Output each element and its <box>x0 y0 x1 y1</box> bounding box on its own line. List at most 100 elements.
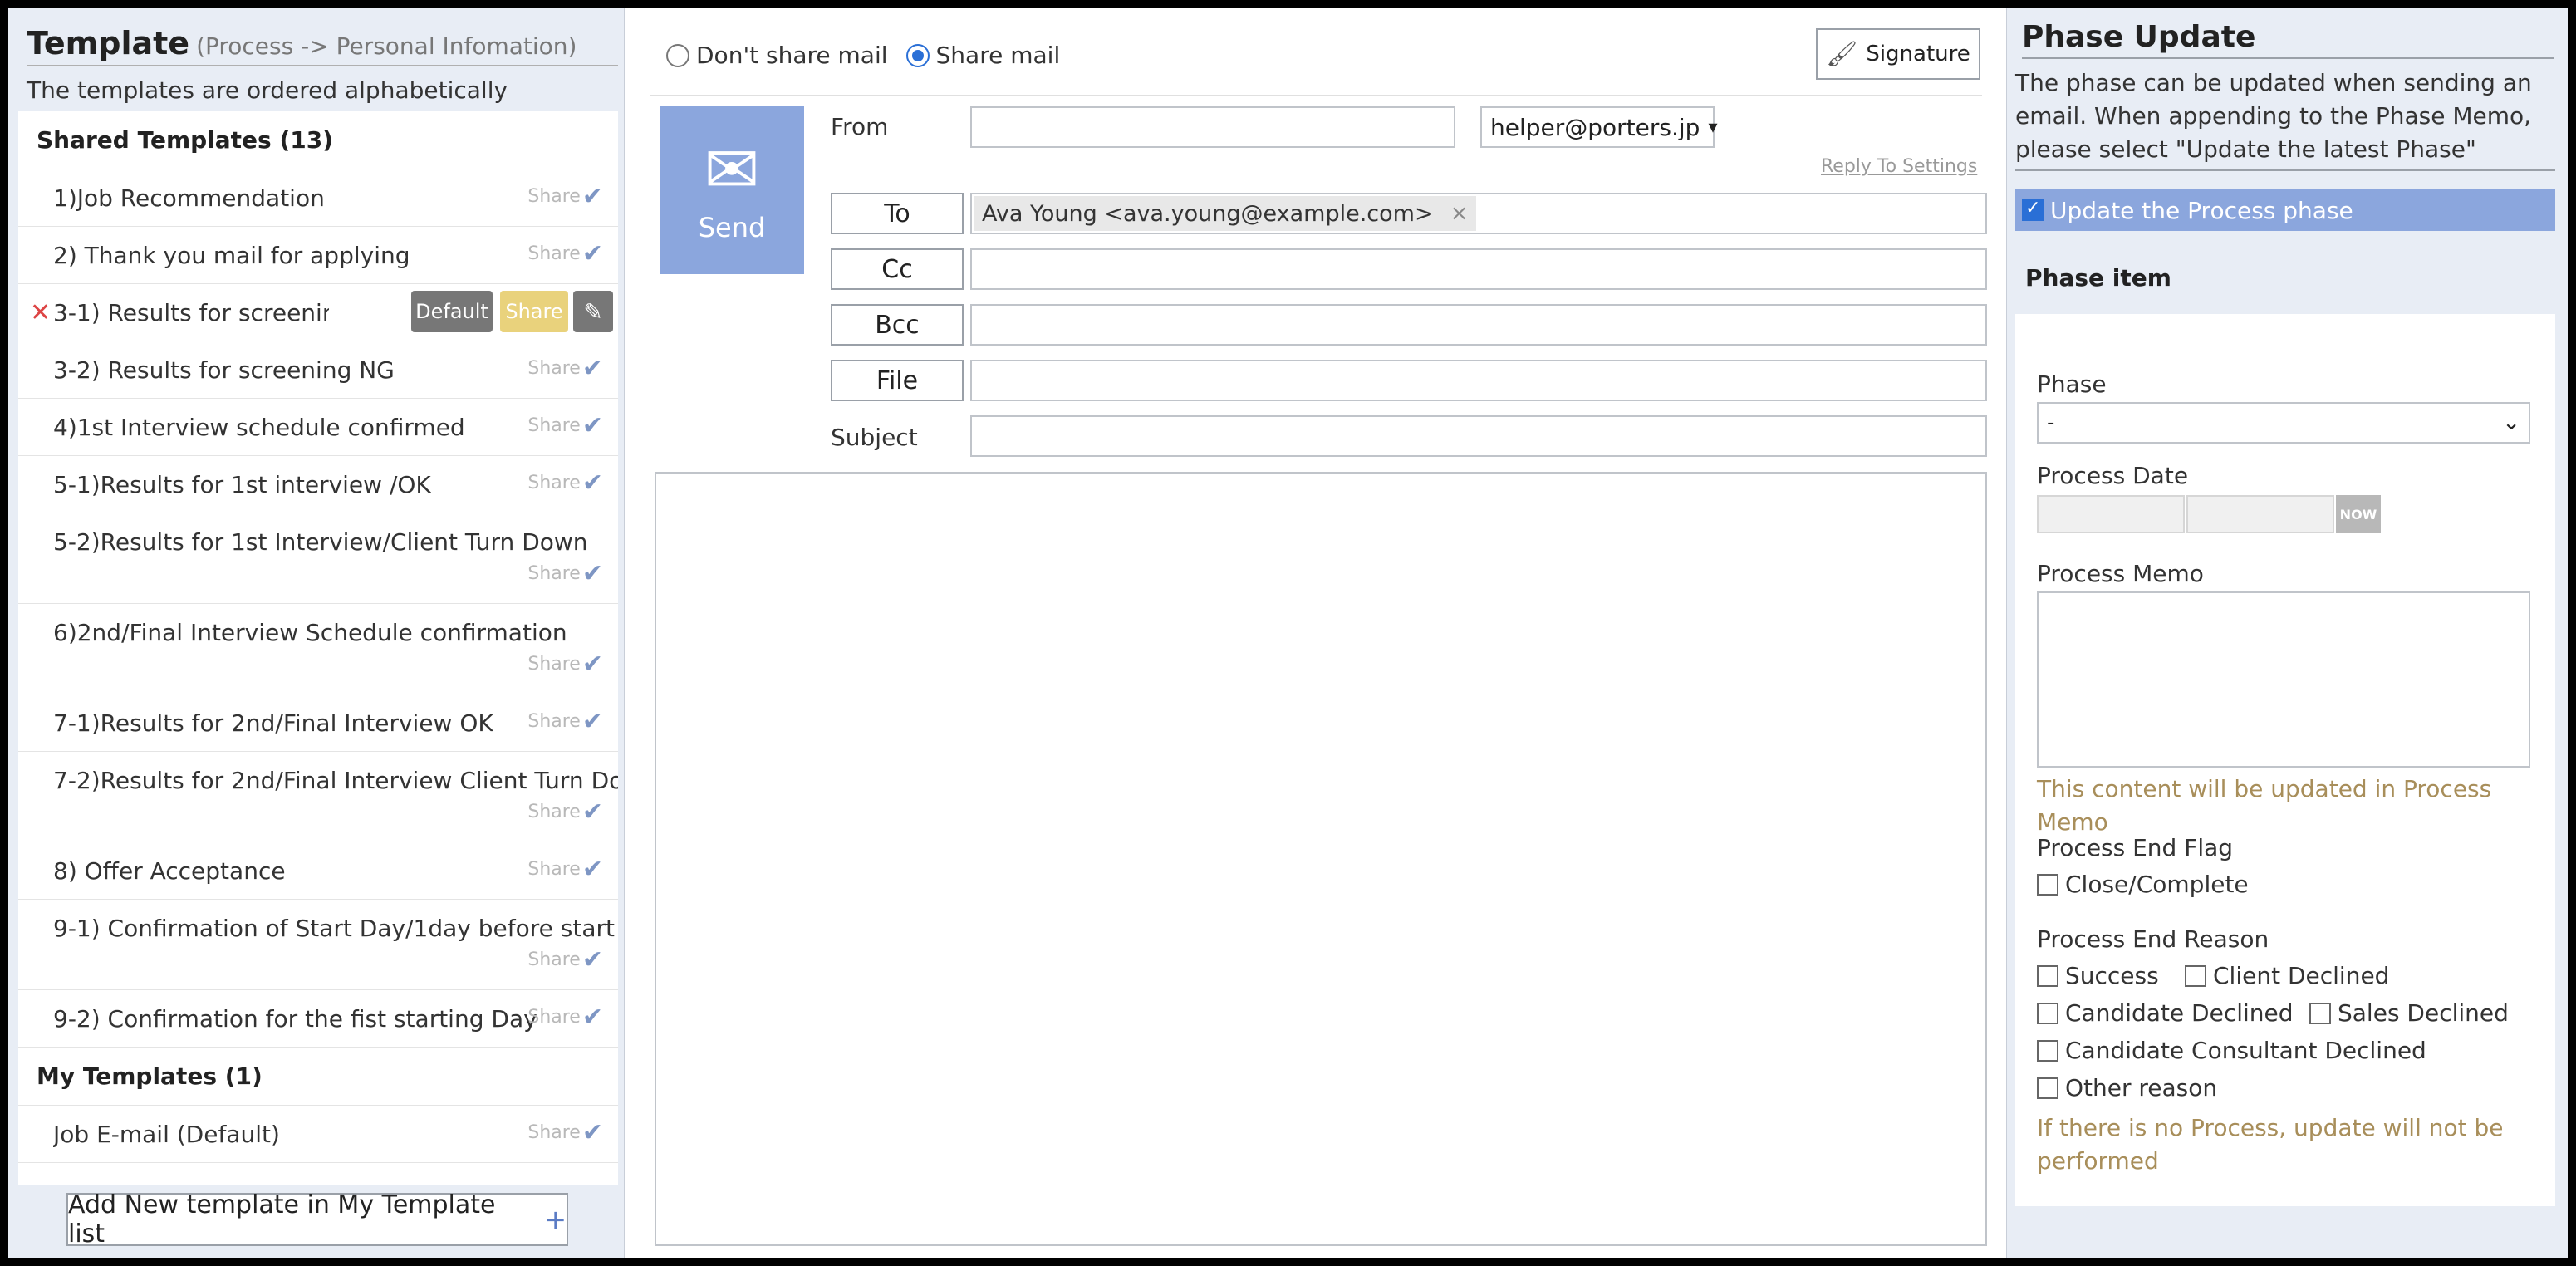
cc-button[interactable]: Cc <box>831 248 964 290</box>
phase-select[interactable]: - ⌄ <box>2037 402 2530 444</box>
subject-label: Subject <box>831 424 918 451</box>
edit-pencil-icon[interactable]: ✎ <box>573 291 613 332</box>
recipient-chip: Ava Young <ava.young@example.com> × <box>974 196 1477 231</box>
template-row[interactable]: 5-2)Results for 1st Interview/Client Tur… <box>18 513 618 604</box>
share-indicator[interactable]: Share ✔ <box>527 559 603 588</box>
update-process-phase-toggle[interactable]: Update the Process phase <box>2015 189 2555 231</box>
template-row[interactable]: 3-2) Results for screening NG Share ✔ <box>18 341 618 399</box>
share-indicator[interactable]: Share ✔ <box>527 797 603 827</box>
reason-success-option[interactable]: Success <box>2037 962 2159 989</box>
reason-other-label: Other reason <box>2065 1074 2218 1102</box>
check-icon: ✔ <box>581 1118 603 1147</box>
signature-button[interactable]: 🖌 Signature <box>1816 28 1980 80</box>
send-button[interactable]: ✉ Send <box>660 106 804 274</box>
share-indicator[interactable]: Share ✔ <box>527 650 603 679</box>
radio-share[interactable] <box>905 43 930 67</box>
share-indicator[interactable]: Share ✔ <box>527 855 603 884</box>
reason-other-option[interactable]: Other reason <box>2037 1074 2217 1102</box>
add-template-label: Add New template in My Template list <box>68 1190 496 1249</box>
reason-candidate-consultant-declined-checkbox[interactable] <box>2037 1039 2058 1062</box>
template-name: 8) Offer Acceptance <box>53 856 286 885</box>
close-complete-label: Close/Complete <box>2065 871 2249 898</box>
update-process-checkbox[interactable] <box>2022 198 2044 221</box>
template-row[interactable]: 1)Job Recommendation Share ✔ <box>18 169 618 227</box>
reason-sales-declined-checkbox[interactable] <box>2309 1002 2331 1024</box>
cc-input[interactable] <box>970 248 1987 290</box>
reason-candidate-declined-checkbox[interactable] <box>2037 1002 2058 1024</box>
process-date-label: Process Date <box>2037 462 2189 489</box>
phase-label: Phase <box>2037 370 2107 398</box>
template-row[interactable]: Job E-mail (Default) Share ✔ <box>18 1106 618 1163</box>
template-panel: Template (Process -> Personal Infomation… <box>8 8 625 1258</box>
share-indicator[interactable]: Share ✔ <box>527 469 603 498</box>
subject-input[interactable] <box>970 415 1987 457</box>
reason-candidate-consultant-declined-option[interactable]: Candidate Consultant Declined <box>2037 1037 2426 1064</box>
reason-other-checkbox[interactable] <box>2037 1077 2058 1099</box>
template-title: Template (Process -> Personal Infomation… <box>27 25 618 66</box>
close-complete-checkbox[interactable] <box>2037 873 2058 896</box>
close-complete-option[interactable]: Close/Complete <box>2037 871 2249 898</box>
file-input[interactable] <box>970 360 1987 401</box>
template-row[interactable]: 7-1)Results for 2nd/Final Interview OK S… <box>18 694 618 752</box>
set-default-button[interactable]: Default <box>411 291 493 332</box>
bcc-button[interactable]: Bcc <box>831 304 964 346</box>
share-indicator[interactable]: Share ✔ <box>527 1003 603 1032</box>
template-name: 9-1) Confirmation of Start Day/1day befo… <box>53 915 618 942</box>
template-row[interactable]: 2) Thank you mail for applying Share ✔ <box>18 227 618 284</box>
share-indicator[interactable]: Share ✔ <box>527 707 603 736</box>
template-row-selected[interactable]: ✕ 3-1) Results for screening OK Default … <box>18 284 618 341</box>
from-name-input[interactable] <box>970 106 1455 148</box>
from-address-select[interactable]: helper@porters.jp ▾ <box>1480 106 1717 148</box>
check-icon: ✔ <box>581 1003 603 1032</box>
recipient-address: Ava Young <ava.young@example.com> <box>982 200 1434 227</box>
check-icon: ✔ <box>581 411 603 440</box>
update-process-label: Update the Process phase <box>2050 196 2353 224</box>
check-icon: ✔ <box>581 855 603 884</box>
share-indicator[interactable]: Share ✔ <box>527 411 603 440</box>
bcc-input[interactable] <box>970 304 1987 346</box>
process-date-input[interactable] <box>2037 495 2185 533</box>
share-indicator[interactable]: Share ✔ <box>527 182 603 211</box>
compose-panel: Don't share mail Share mail 🖌 Signature … <box>625 8 2007 1258</box>
share-indicator[interactable]: Share ✔ <box>527 1118 603 1147</box>
template-name: 4)1st Interview schedule confirmed <box>53 413 465 441</box>
template-row[interactable]: 9-2) Confirmation for the fist starting … <box>18 990 618 1048</box>
reason-success-checkbox[interactable] <box>2037 964 2058 987</box>
check-icon: ✔ <box>581 354 603 383</box>
template-row[interactable]: 4)1st Interview schedule confirmed Share… <box>18 399 618 456</box>
reply-to-settings-link[interactable]: Reply To Settings <box>1821 156 1977 177</box>
template-row[interactable]: 5-1)Results for 1st interview /OK Share ✔ <box>18 456 618 513</box>
template-row[interactable]: 9-1) Confirmation of Start Day/1day befo… <box>18 900 618 990</box>
template-row[interactable]: 6)2nd/Final Interview Schedule confirmat… <box>18 604 618 694</box>
template-name: 6)2nd/Final Interview Schedule confirmat… <box>53 619 567 646</box>
share-indicator[interactable]: Share ✔ <box>527 945 603 974</box>
template-row[interactable]: 7-2)Results for 2nd/Final Interview Clie… <box>18 752 618 842</box>
process-memo-textarea[interactable] <box>2037 591 2530 768</box>
file-button[interactable]: File <box>831 360 964 401</box>
template-row[interactable]: 8) Offer Acceptance Share ✔ <box>18 842 618 900</box>
to-button[interactable]: To <box>831 193 964 234</box>
remove-recipient-icon[interactable]: × <box>1450 201 1469 226</box>
signature-label: Signature <box>1866 42 1970 66</box>
add-template-button[interactable]: Add New template in My Template list + <box>66 1190 568 1249</box>
reason-sales-declined-option[interactable]: Sales Declined <box>2309 999 2509 1027</box>
delete-icon[interactable]: ✕ <box>30 298 51 327</box>
share-button[interactable]: Share <box>500 291 568 332</box>
template-list[interactable]: Shared Templates (13) 1)Job Recommendati… <box>18 111 618 1185</box>
reason-client-declined-label: Client Declined <box>2213 962 2390 989</box>
now-button[interactable]: NOW <box>2336 495 2381 533</box>
reason-client-declined-option[interactable]: Client Declined <box>2185 962 2389 989</box>
mail-body-editor[interactable] <box>655 472 1987 1246</box>
share-indicator[interactable]: Share ✔ <box>527 239 603 268</box>
reason-candidate-declined-option[interactable]: Candidate Declined <box>2037 999 2294 1027</box>
phase-item-heading: Phase item <box>2025 264 2171 292</box>
share-indicator[interactable]: Share ✔ <box>527 354 603 383</box>
share-label: Share <box>527 802 581 822</box>
process-time-input[interactable] <box>2186 495 2334 533</box>
share-label: Share <box>527 654 581 675</box>
reason-client-declined-checkbox[interactable] <box>2185 964 2206 987</box>
from-label: From <box>831 113 889 140</box>
radio-share-label[interactable]: Share mail <box>936 42 1061 69</box>
radio-dont-share[interactable] <box>666 43 689 67</box>
radio-dont-share-label[interactable]: Don't share mail <box>696 42 888 69</box>
